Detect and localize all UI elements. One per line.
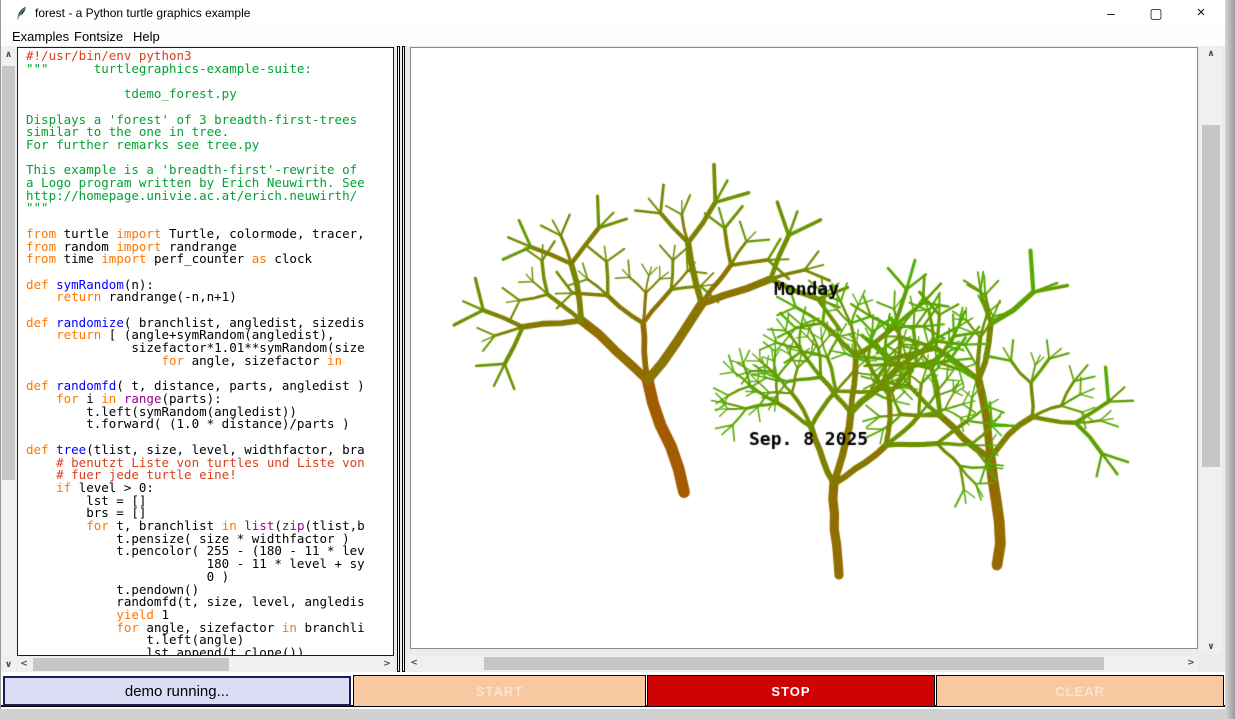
window-title: forest - a Python turtle graphics exampl… (35, 6, 250, 20)
stop-button[interactable]: STOP (647, 675, 935, 707)
turtle-canvas-frame (410, 47, 1198, 649)
menu-help[interactable]: Help (130, 28, 163, 45)
close-icon[interactable]: × (1179, 0, 1223, 26)
canvas-vscroll-thumb[interactable] (1202, 125, 1220, 467)
sash-bar[interactable] (402, 46, 405, 672)
editor-vscroll-thumb[interactable] (2, 66, 15, 480)
menu-examples[interactable]: Examples (9, 28, 72, 45)
code-line: t.forward( (1.0 * distance)/parts ) (26, 418, 393, 431)
desktop-background (1225, 0, 1235, 719)
python-logo-icon (14, 5, 29, 21)
editor-hscroll-thumb[interactable] (33, 658, 229, 671)
desktop-background (0, 709, 1225, 719)
demo-control-bar: demo running... START STOP CLEAR (1, 675, 1226, 707)
turtle-canvas (411, 48, 1197, 648)
code-lines: #!/usr/bin/env python3""" turtlegraphics… (18, 48, 393, 656)
scroll-up-icon[interactable]: ∧ (1200, 47, 1222, 61)
scroll-up-icon[interactable]: ∧ (1, 48, 16, 62)
scroll-down-icon[interactable]: ∨ (1200, 640, 1222, 654)
code-line: lst.append(t.clone()) (26, 647, 393, 656)
code-line: """ turtlegraphics-example-suite: (26, 63, 393, 76)
code-line: tdemo_forest.py (26, 88, 393, 101)
editor-vertical-scrollbar[interactable]: ∧ ∨ (1, 46, 16, 672)
title-bar: forest - a Python turtle graphics exampl… (1, 0, 1225, 26)
app-window: forest - a Python turtle graphics exampl… (0, 0, 1225, 709)
canvas-horizontal-scrollbar[interactable]: < > (407, 656, 1198, 671)
scroll-down-icon[interactable]: ∨ (1, 658, 16, 672)
sash-bar[interactable] (397, 46, 400, 672)
scroll-right-icon[interactable]: > (1184, 656, 1198, 671)
scroll-left-icon[interactable]: < (407, 656, 421, 671)
code-line: For further remarks see tree.py (26, 139, 393, 152)
code-line: """ (26, 202, 393, 215)
scroll-right-icon[interactable]: > (380, 657, 394, 672)
minimize-icon[interactable]: – (1089, 0, 1133, 26)
menu-fontsize[interactable]: Fontsize (71, 28, 126, 45)
scroll-left-icon[interactable]: < (17, 657, 31, 672)
canvas-vertical-scrollbar[interactable]: ∧ ∨ (1200, 47, 1222, 654)
menu-bar: Examples Fontsize Help (1, 26, 1225, 46)
code-editor[interactable]: #!/usr/bin/env python3""" turtlegraphics… (17, 47, 394, 656)
maximize-icon[interactable]: ▢ (1134, 0, 1178, 26)
code-line: http://homepage.univie.ac.at/erich.neuwi… (26, 190, 393, 203)
start-button[interactable]: START (353, 675, 646, 707)
code-line: return randrange(-n,n+1) (26, 291, 393, 304)
code-line: for angle, sizefactor in (26, 355, 393, 368)
main-area: ∧ ∨ #!/usr/bin/env python3""" turtlegrap… (1, 46, 1226, 672)
clear-button[interactable]: CLEAR (936, 675, 1224, 707)
paned-window-sash[interactable] (397, 46, 406, 672)
code-line: from time import perf_counter as clock (26, 253, 393, 266)
status-message: demo running... (3, 676, 351, 706)
canvas-hscroll-thumb[interactable] (484, 657, 1104, 670)
editor-horizontal-scrollbar[interactable]: < > (17, 657, 394, 672)
